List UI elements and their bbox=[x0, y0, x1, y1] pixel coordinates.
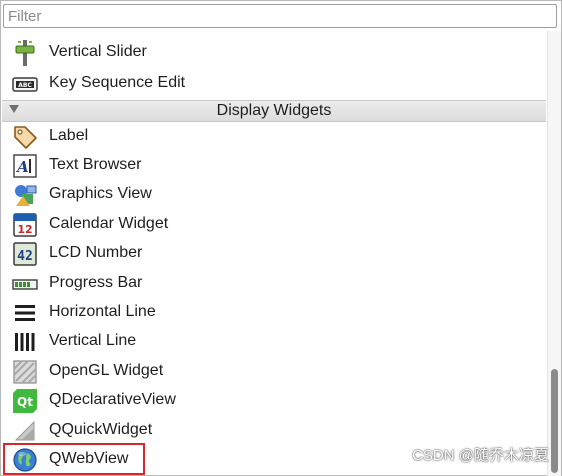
lcd-number-icon: 42 bbox=[13, 242, 37, 266]
list-item-progress-bar[interactable]: Progress Bar bbox=[2, 269, 546, 298]
list-item-horizontal-line[interactable]: Horizontal Line bbox=[2, 298, 546, 327]
widget-box-panel: Vertical Slider ABC Key Sequence Edit Di… bbox=[0, 0, 562, 476]
calendar-icon: 12 bbox=[13, 213, 37, 237]
list-item-calendar-widget[interactable]: 12 Calendar Widget bbox=[2, 210, 546, 239]
list-item-graphics-view[interactable]: Graphics View bbox=[2, 180, 546, 209]
list-item-label: Graphics View bbox=[49, 185, 152, 202]
filter-input[interactable] bbox=[3, 4, 557, 28]
vertical-line-icon bbox=[15, 333, 35, 351]
category-label: Display Widgets bbox=[216, 102, 332, 119]
lcd-number-icon-digits: 42 bbox=[17, 249, 33, 264]
list-item-text-browser[interactable]: A Text Browser bbox=[2, 151, 546, 180]
list-item-label: QQuickWidget bbox=[49, 421, 153, 438]
list-item-label: QWebView bbox=[49, 450, 129, 467]
list-item-vertical-line[interactable]: Vertical Line bbox=[2, 327, 546, 356]
list-item-label: Vertical Slider bbox=[49, 43, 147, 60]
key-sequence-edit-icon: ABC bbox=[12, 77, 38, 92]
category-header-display-widgets[interactable]: Display Widgets bbox=[2, 100, 546, 122]
list-item-label: LCD Number bbox=[49, 244, 143, 261]
label-tag-icon bbox=[14, 126, 37, 149]
qt-logo-text: Qt bbox=[17, 395, 33, 409]
scrollbar-thumb[interactable] bbox=[551, 369, 558, 473]
list-item-vertical-slider[interactable]: Vertical Slider bbox=[2, 38, 546, 67]
list-item-label: Text Browser bbox=[49, 156, 142, 173]
opengl-widget-icon bbox=[13, 360, 37, 384]
list-item-label: Progress Bar bbox=[49, 274, 143, 291]
list-item-label: Horizontal Line bbox=[49, 303, 156, 320]
text-browser-icon: A bbox=[13, 154, 37, 178]
list-item-label: QDeclarativeView bbox=[49, 391, 176, 408]
progress-bar-icon bbox=[12, 279, 38, 290]
horizontal-line-icon bbox=[15, 305, 35, 321]
list-item-key-sequence-edit[interactable]: ABC Key Sequence Edit bbox=[2, 69, 546, 98]
list-item-label: Key Sequence Edit bbox=[49, 74, 186, 91]
watermark-text: CSDN @随乔木凉夏 bbox=[412, 447, 549, 464]
list-item-label: Vertical Line bbox=[49, 332, 137, 349]
vertical-slider-icon bbox=[15, 40, 35, 66]
list-item-lcd-number[interactable]: 42 LCD Number bbox=[2, 239, 546, 268]
qquick-widget-icon bbox=[14, 420, 35, 441]
graphics-view-icon bbox=[15, 185, 37, 206]
calendar-icon-day: 12 bbox=[17, 223, 32, 236]
qt-logo-icon: Qt bbox=[13, 389, 37, 413]
widget-list: Vertical Slider ABC Key Sequence Edit Di… bbox=[2, 31, 546, 476]
list-item-label: Calendar Widget bbox=[49, 215, 169, 232]
list-item-opengl-widget[interactable]: OpenGL Widget bbox=[2, 357, 546, 386]
svg-text:A: A bbox=[15, 158, 29, 176]
list-item-label: OpenGL Widget bbox=[49, 362, 164, 379]
globe-icon bbox=[13, 448, 37, 472]
svg-text:ABC: ABC bbox=[18, 82, 32, 89]
list-item-label: Label bbox=[49, 127, 89, 144]
list-item-label-widget[interactable]: Label bbox=[2, 122, 546, 151]
list-item-qdeclarativeview[interactable]: Qt QDeclarativeView bbox=[2, 386, 546, 415]
list-item-qquickwidget[interactable]: QQuickWidget bbox=[2, 416, 546, 445]
vertical-scrollbar[interactable] bbox=[547, 31, 561, 476]
